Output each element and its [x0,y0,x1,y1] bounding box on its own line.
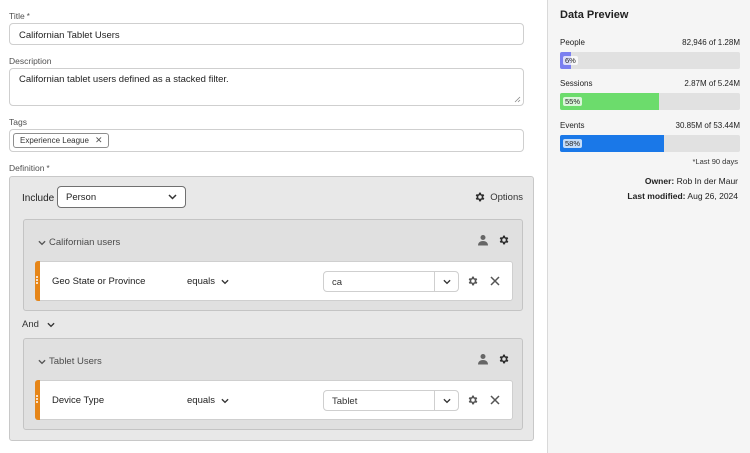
drag-handle[interactable] [35,261,40,301]
include-label: Include [22,193,55,204]
owner-info: Owner: Rob In der Maur [645,176,738,186]
rule-dimension: Geo State or Province [52,276,146,287]
title-label-text: Title [9,11,25,21]
chevron-down-icon [442,279,451,284]
chevron-down-icon [168,194,177,200]
chevron-down-icon [442,398,451,403]
chevron-down-icon [38,240,46,245]
metric-percent: 6% [563,56,578,65]
container-name: Tablet Users [49,356,102,367]
chevron-down-icon [38,359,46,364]
person-icon[interactable] [477,234,489,246]
date-range-note: *Last 90 days [692,157,738,166]
person-icon[interactable] [477,353,489,365]
title-label: Title * [9,11,30,21]
owner-value: Rob In der Maur [676,176,738,186]
metric-label: Sessions [560,79,593,88]
modified-label: Last modified: [627,191,686,201]
modified-value: Aug 26, 2024 [687,191,738,201]
required-mark: * [26,12,30,21]
gear-icon[interactable] [467,394,479,406]
required-mark: * [46,164,50,173]
description-value: Californian tablet users defined as a st… [19,74,229,85]
metric-bar-track: 6% [560,52,740,69]
container-header[interactable]: Tablet Users [38,356,102,367]
resize-handle-icon[interactable] [514,96,521,103]
gear-icon[interactable] [498,234,510,246]
container-name: Californian users [49,237,121,248]
metric-people: People 82,946 of 1.28M 6% [560,38,740,69]
filter-builder-panel: Title * Californian Tablet Users Descript… [0,0,546,453]
logic-operator-select[interactable]: And [22,319,55,330]
last-modified-info: Last modified: Aug 26, 2024 [627,191,738,201]
filter-rule: Device Type equals Tablet [35,380,513,420]
metric-sessions: Sessions 2.87M of 5.24M 55% [560,79,740,110]
tag-label: Experience League [20,136,89,145]
include-select-value: Person [66,191,97,203]
rule-value: ca [332,277,343,288]
metric-percent: 58% [563,139,583,148]
include-select[interactable]: Person [57,186,186,208]
metric-bar-track: 58% [560,135,740,152]
operator-select[interactable]: equals [187,276,229,287]
value-dropdown-button[interactable] [434,272,458,291]
metric-bar-track: 55% [560,93,740,110]
container-header[interactable]: Californian users [38,237,120,248]
chevron-down-icon [47,322,55,327]
filter-rule: Geo State or Province equals ca [35,261,513,301]
grip-icon [36,276,38,285]
tag-remove-icon[interactable]: ✕ [95,135,103,146]
operator-value: equals [187,276,215,287]
tags-input[interactable]: Experience League ✕ [9,129,524,152]
gear-icon [475,192,485,202]
value-combobox[interactable]: ca [323,271,459,292]
chevron-down-icon [221,279,229,284]
logic-operator-value: And [22,319,39,330]
rule-value: Tablet [332,396,358,407]
data-preview-title: Data Preview [560,9,629,21]
description-label: Description [9,56,52,66]
operator-select[interactable]: equals [187,395,229,406]
tag-chip: Experience League ✕ [13,133,109,148]
close-icon[interactable] [489,275,501,287]
title-input[interactable]: Californian Tablet Users [9,23,524,45]
definition-canvas: Include Person Options Californian users… [9,176,534,441]
metric-events: Events 30.85M of 53.44M 58% [560,121,740,152]
metric-value: 2.87M of 5.24M [684,79,740,88]
drag-handle[interactable] [35,380,40,420]
gear-icon[interactable] [467,275,479,287]
title-input-value: Californian Tablet Users [19,30,120,41]
value-combobox[interactable]: Tablet [323,390,459,411]
definition-label: Definition * [9,163,50,173]
filter-container: Californian users Geo State or Province … [23,219,523,311]
grip-icon [36,395,38,404]
tags-label: Tags [9,117,27,127]
options-label: Options [490,191,523,203]
operator-value: equals [187,395,215,406]
metric-value: 82,946 of 1.28M [682,38,740,47]
data-preview-panel: Data Preview People 82,946 of 1.28M 6% S… [547,0,750,453]
chevron-down-icon [221,398,229,403]
filter-container: Tablet Users Device Type equals Tablet [23,338,523,430]
value-dropdown-button[interactable] [434,391,458,410]
definition-label-text: Definition [9,163,45,173]
metric-label: Events [560,121,585,130]
metric-value: 30.85M of 53.44M [675,121,740,130]
metric-label: People [560,38,585,47]
options-button[interactable]: Options [474,191,523,203]
gear-icon[interactable] [498,353,510,365]
close-icon[interactable] [489,394,501,406]
owner-label: Owner: [644,176,675,186]
metric-percent: 55% [563,97,583,106]
description-textarea[interactable]: Californian tablet users defined as a st… [9,68,524,106]
rule-dimension: Device Type [52,395,105,406]
